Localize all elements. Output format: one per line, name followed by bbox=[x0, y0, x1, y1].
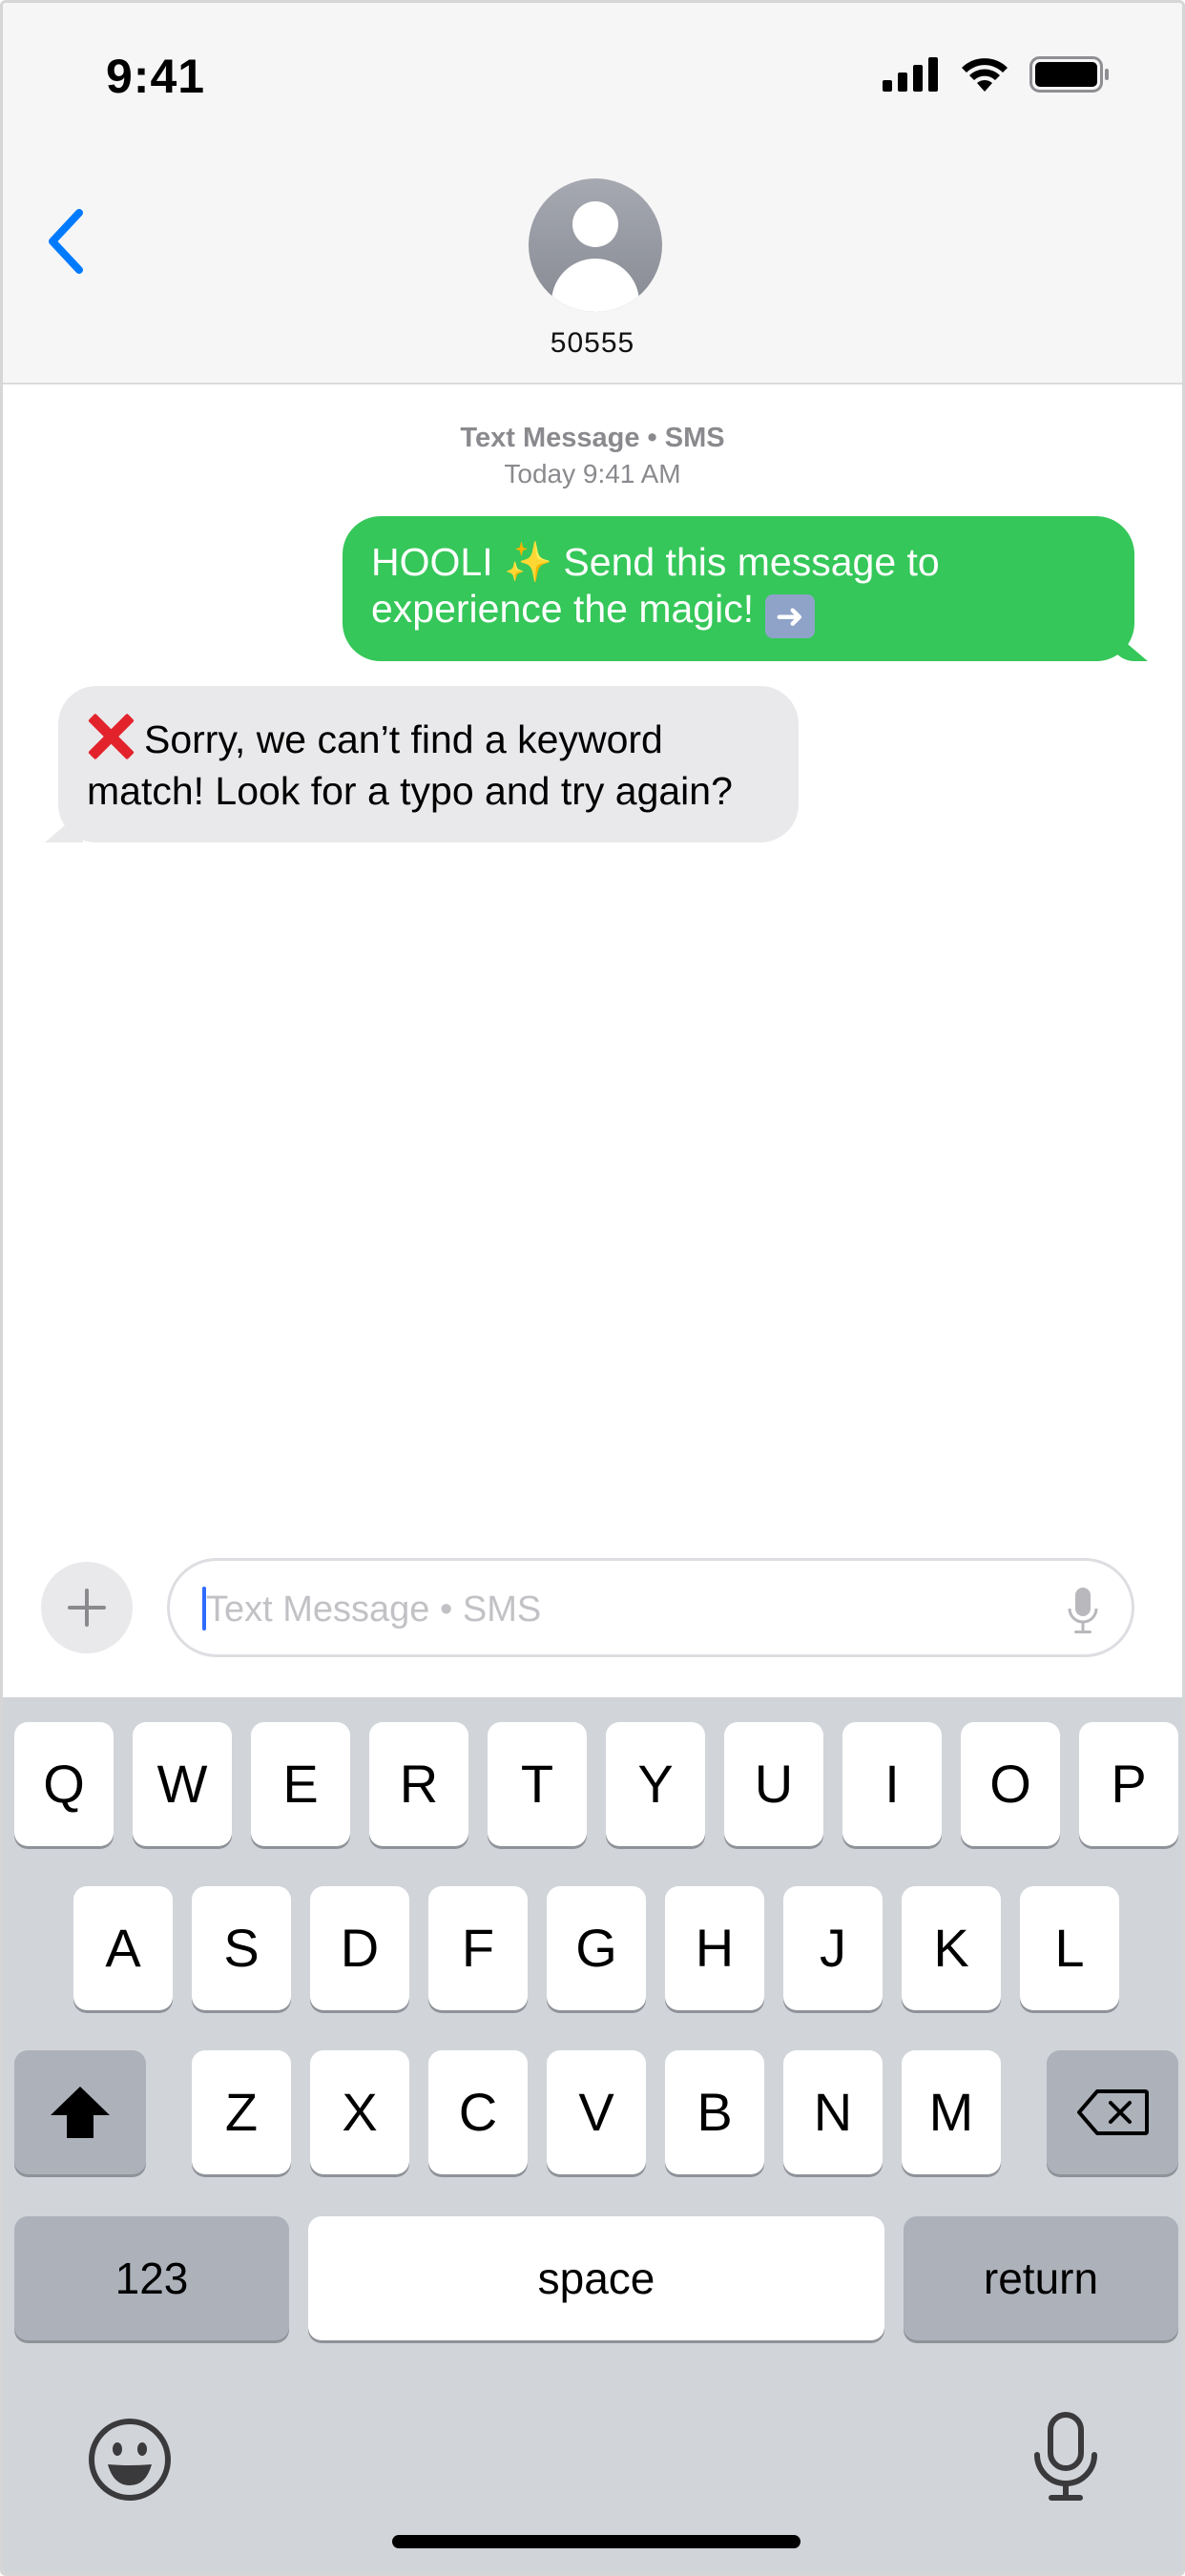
key-f[interactable]: F bbox=[428, 1886, 528, 2010]
key-d[interactable]: D bbox=[310, 1886, 409, 2010]
key-l[interactable]: L bbox=[1020, 1886, 1119, 2010]
key-s[interactable]: S bbox=[192, 1886, 291, 2010]
home-indicator[interactable] bbox=[392, 2535, 800, 2548]
key-u[interactable]: U bbox=[724, 1722, 823, 1846]
dictation-icon[interactable] bbox=[1031, 2411, 1100, 2503]
message-timestamp: Today 9:41 AM bbox=[504, 459, 681, 488]
key-c[interactable]: C bbox=[428, 2050, 528, 2174]
conversation-header: 9:41 50555 bbox=[3, 3, 1182, 384]
key-t[interactable]: T bbox=[488, 1722, 587, 1846]
key-n[interactable]: N bbox=[783, 2050, 883, 2174]
emoji-icon[interactable] bbox=[87, 2417, 173, 2503]
key-k[interactable]: K bbox=[902, 1886, 1001, 2010]
contact-name[interactable]: 50555 bbox=[3, 327, 1182, 360]
key-z[interactable]: Z bbox=[192, 2050, 291, 2174]
key-e[interactable]: E bbox=[251, 1722, 350, 1846]
contact-avatar[interactable] bbox=[529, 178, 662, 312]
cellular-signal-icon bbox=[883, 57, 938, 92]
message-input[interactable]: Text Message • SMS bbox=[167, 1558, 1134, 1657]
wifi-icon bbox=[962, 58, 1008, 92]
key-y[interactable]: Y bbox=[606, 1722, 705, 1846]
key-a[interactable]: A bbox=[73, 1886, 173, 2010]
space-key[interactable]: space bbox=[308, 2216, 884, 2340]
key-i[interactable]: I bbox=[842, 1722, 942, 1846]
outgoing-message-text: HOOLI ✨ Send this message to experience … bbox=[371, 540, 940, 631]
phone-screen: 9:41 50555 Text Message • SMS Today 9:41… bbox=[0, 0, 1185, 2576]
key-r[interactable]: R bbox=[369, 1722, 468, 1846]
message-service-label: Text Message • SMS bbox=[460, 423, 725, 453]
key-p[interactable]: P bbox=[1079, 1722, 1178, 1846]
key-m[interactable]: M bbox=[902, 2050, 1001, 2174]
dictation-mic-icon[interactable] bbox=[1067, 1586, 1099, 1635]
chevron-left-icon bbox=[49, 209, 83, 274]
key-x[interactable]: X bbox=[310, 2050, 409, 2174]
status-icons bbox=[883, 56, 1110, 93]
key-b[interactable]: B bbox=[665, 2050, 764, 2174]
message-input-placeholder: Text Message • SMS bbox=[206, 1589, 542, 1630]
incoming-message-text: Sorry, we can’t find a keyword match! Lo… bbox=[87, 717, 733, 813]
key-w[interactable]: W bbox=[133, 1722, 232, 1846]
back-button[interactable] bbox=[41, 203, 98, 280]
key-j[interactable]: J bbox=[783, 1886, 883, 2010]
backspace-icon bbox=[1077, 2089, 1149, 2135]
key-v[interactable]: V bbox=[547, 2050, 646, 2174]
person-icon-body bbox=[551, 259, 639, 312]
status-time: 9:41 bbox=[106, 50, 206, 103]
return-key[interactable]: return bbox=[904, 2216, 1178, 2340]
outgoing-message-bubble[interactable]: HOOLI ✨ Send this message to experience … bbox=[343, 516, 1134, 661]
numbers-key[interactable]: 123 bbox=[14, 2216, 289, 2340]
shift-arrow-icon bbox=[51, 2087, 110, 2138]
key-q[interactable]: Q bbox=[14, 1722, 114, 1846]
shift-key[interactable] bbox=[14, 2050, 146, 2174]
cross-mark-emoji-icon bbox=[87, 713, 135, 760]
incoming-message-bubble[interactable]: Sorry, we can’t find a keyword match! Lo… bbox=[58, 686, 799, 842]
keyboard: Q W E R T Y U I O P A S D F G H J K L Z … bbox=[3, 1697, 1182, 2573]
key-h[interactable]: H bbox=[665, 1886, 764, 2010]
right-arrow-emoji-icon: ➜ bbox=[764, 594, 815, 638]
add-attachment-button[interactable] bbox=[41, 1562, 133, 1653]
key-g[interactable]: G bbox=[547, 1886, 646, 2010]
delete-key[interactable] bbox=[1047, 2050, 1178, 2174]
key-o[interactable]: O bbox=[961, 1722, 1060, 1846]
battery-icon bbox=[1029, 56, 1109, 93]
person-icon-head bbox=[572, 201, 618, 247]
